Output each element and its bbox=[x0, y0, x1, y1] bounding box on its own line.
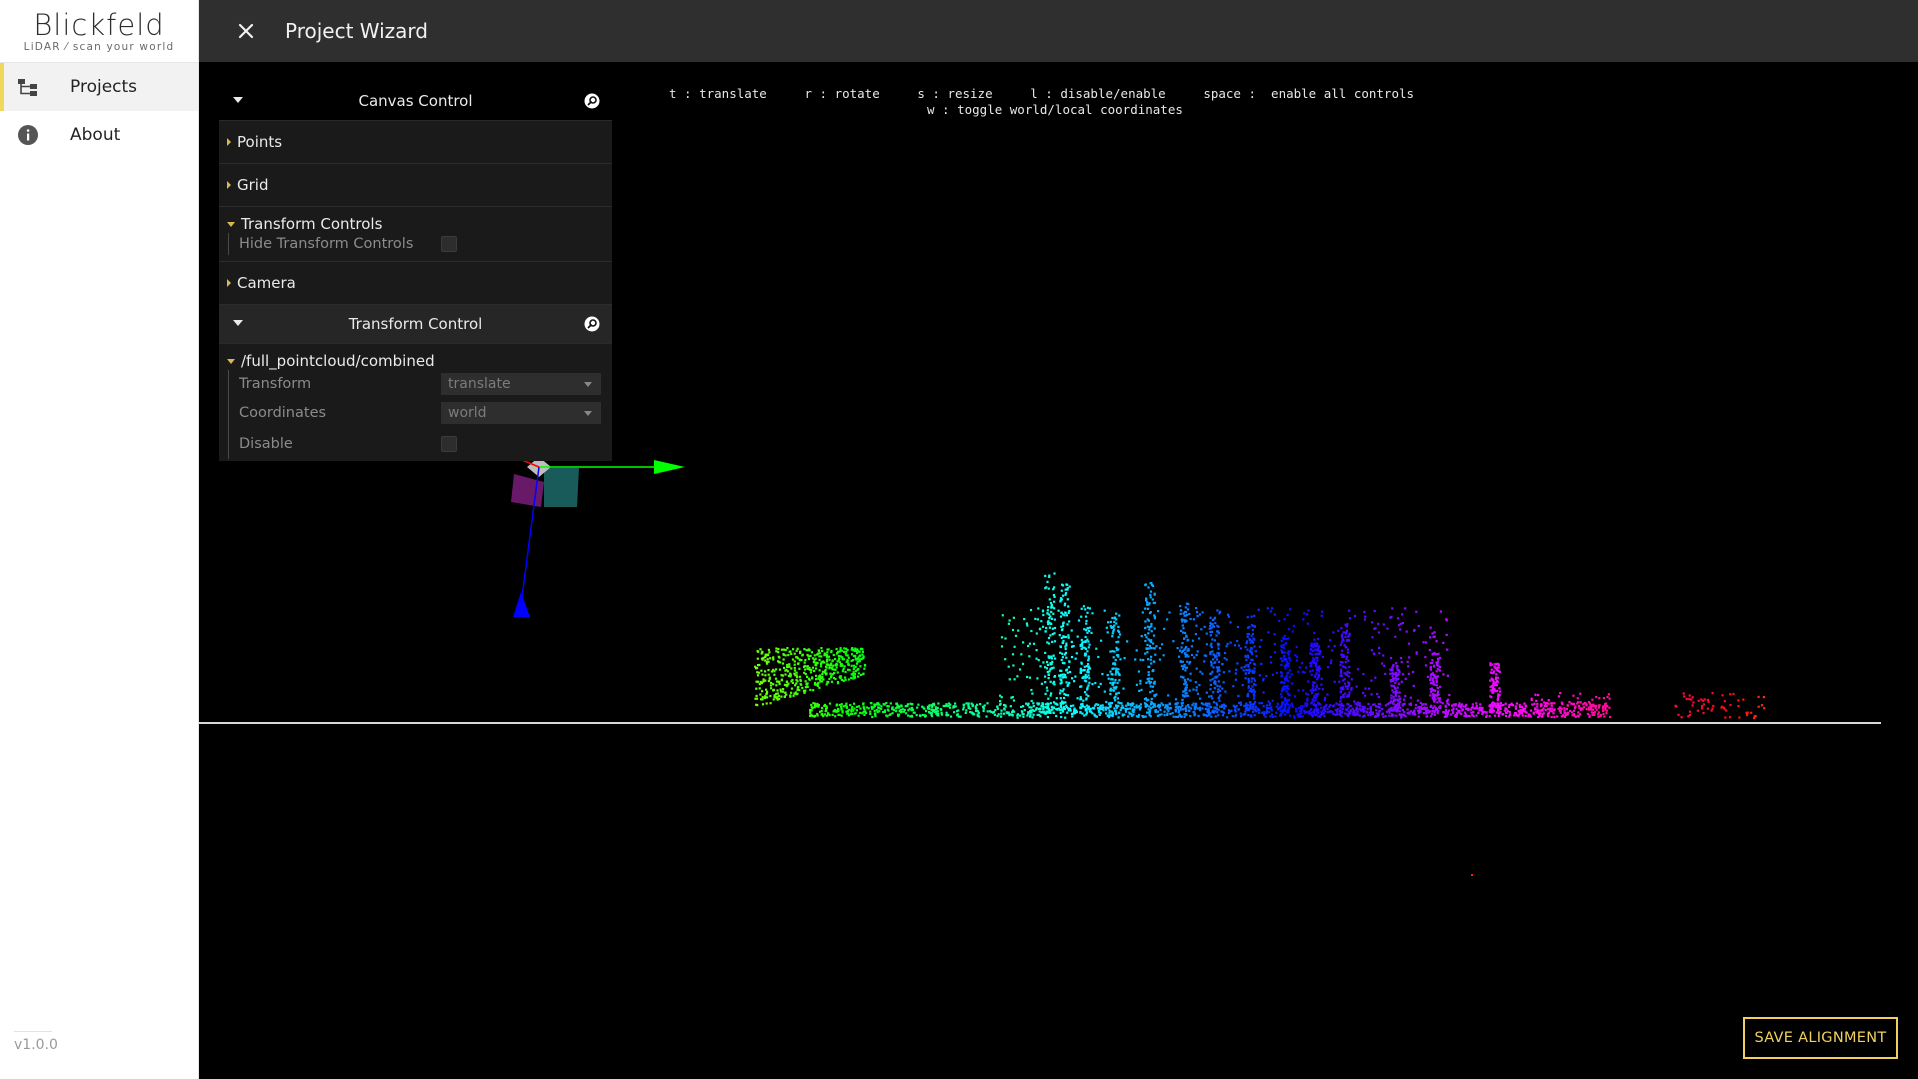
row-label: Hide Transform Controls bbox=[239, 236, 414, 252]
logo-tagline: LiDAR ⁄ scan your world bbox=[23, 40, 175, 53]
folder-rows: Hide Transform Controls bbox=[228, 233, 612, 255]
row-hide-transform-controls: Hide Transform Controls bbox=[239, 233, 612, 255]
folder-transform-controls-title[interactable]: Transform Controls bbox=[219, 207, 612, 233]
folder-grid[interactable]: Grid bbox=[219, 164, 612, 207]
save-alignment-button[interactable]: SAVE ALIGNMENT bbox=[1743, 1017, 1898, 1059]
transform-select[interactable]: translate bbox=[441, 372, 601, 395]
version-label: v1.0.0 bbox=[14, 1031, 58, 1053]
folder-full-pointcloud: /full_pointcloud/combined Transform tran… bbox=[219, 344, 612, 461]
logo-wordmark: Blickfeld bbox=[33, 7, 165, 42]
sidebar-item-label: Projects bbox=[70, 77, 138, 97]
sidebar: Blickfeld LiDAR ⁄ scan your world Projec… bbox=[0, 0, 199, 1079]
folder-label: Transform Controls bbox=[241, 215, 383, 233]
caret-right-icon bbox=[227, 279, 231, 287]
sidebar-item-label: About bbox=[70, 125, 121, 145]
gizmo-xz-plane bbox=[511, 474, 544, 507]
keyboard-hint-line1: t : translate r : rotate s : resize l : … bbox=[669, 86, 1415, 101]
pointcloud-viewport[interactable]: t : translate r : rotate s : resize l : … bbox=[199, 62, 1918, 1079]
folder-points[interactable]: Points bbox=[219, 121, 612, 164]
canvas-control-title: Canvas Control bbox=[358, 92, 473, 110]
folder-rows: Transform translate Coordinates world Di… bbox=[228, 370, 612, 459]
row-label: Disable bbox=[239, 435, 293, 452]
canvas-control-header[interactable]: Canvas Control bbox=[219, 82, 612, 121]
stray-point bbox=[1471, 874, 1473, 876]
folder-transform-controls: Transform Controls Hide Transform Contro… bbox=[219, 207, 612, 262]
caret-right-icon bbox=[227, 138, 231, 146]
transform-control-header[interactable]: Transform Control bbox=[219, 305, 612, 344]
search-icon[interactable] bbox=[584, 316, 600, 332]
logo: Blickfeld LiDAR ⁄ scan your world bbox=[0, 0, 198, 63]
folder-full-pointcloud-title[interactable]: /full_pointcloud/combined bbox=[219, 344, 612, 370]
coordinates-select[interactable]: world bbox=[441, 401, 601, 424]
sidebar-item-about[interactable]: About bbox=[0, 111, 198, 159]
page-title: Project Wizard bbox=[285, 19, 428, 43]
close-button[interactable] bbox=[232, 17, 260, 45]
close-icon bbox=[238, 23, 254, 39]
folder-label: Camera bbox=[237, 274, 296, 292]
folder-camera[interactable]: Camera bbox=[219, 262, 612, 305]
caret-right-icon bbox=[227, 181, 231, 189]
project-tree-icon bbox=[16, 75, 40, 99]
row-transform: Transform translate bbox=[239, 370, 612, 397]
disable-checkbox[interactable] bbox=[441, 435, 457, 452]
sidebar-item-projects[interactable]: Projects bbox=[0, 63, 198, 111]
row-disable: Disable bbox=[239, 428, 612, 459]
row-label: Coordinates bbox=[239, 404, 327, 421]
control-panel: Canvas Control Points Grid Transform Con… bbox=[219, 82, 612, 461]
row-label: Transform bbox=[239, 375, 312, 392]
caret-down-icon bbox=[227, 222, 235, 227]
folder-label: Grid bbox=[237, 176, 269, 194]
search-icon[interactable] bbox=[584, 93, 600, 109]
info-icon bbox=[16, 123, 40, 147]
gizmo-y-arrow-icon bbox=[654, 460, 685, 474]
keyboard-hint-line2: w : toggle world/local coordinates bbox=[927, 102, 1183, 117]
folder-label: /full_pointcloud/combined bbox=[241, 352, 435, 370]
hide-transform-controls-checkbox[interactable] bbox=[441, 236, 457, 252]
point-cloud bbox=[754, 572, 1766, 720]
collapse-triangle-icon[interactable] bbox=[233, 320, 243, 326]
caret-down-icon bbox=[227, 359, 235, 364]
collapse-triangle-icon[interactable] bbox=[233, 97, 243, 103]
gizmo-z-arrow-icon bbox=[513, 592, 530, 617]
row-coordinates: Coordinates world bbox=[239, 397, 612, 428]
gizmo-yz-plane bbox=[544, 468, 579, 507]
header: Project Wizard bbox=[199, 0, 1918, 62]
keyboard-hint: t : translate r : rotate s : resize l : … bbox=[669, 86, 1414, 118]
transform-control-title: Transform Control bbox=[348, 315, 483, 333]
folder-label: Points bbox=[237, 133, 283, 151]
